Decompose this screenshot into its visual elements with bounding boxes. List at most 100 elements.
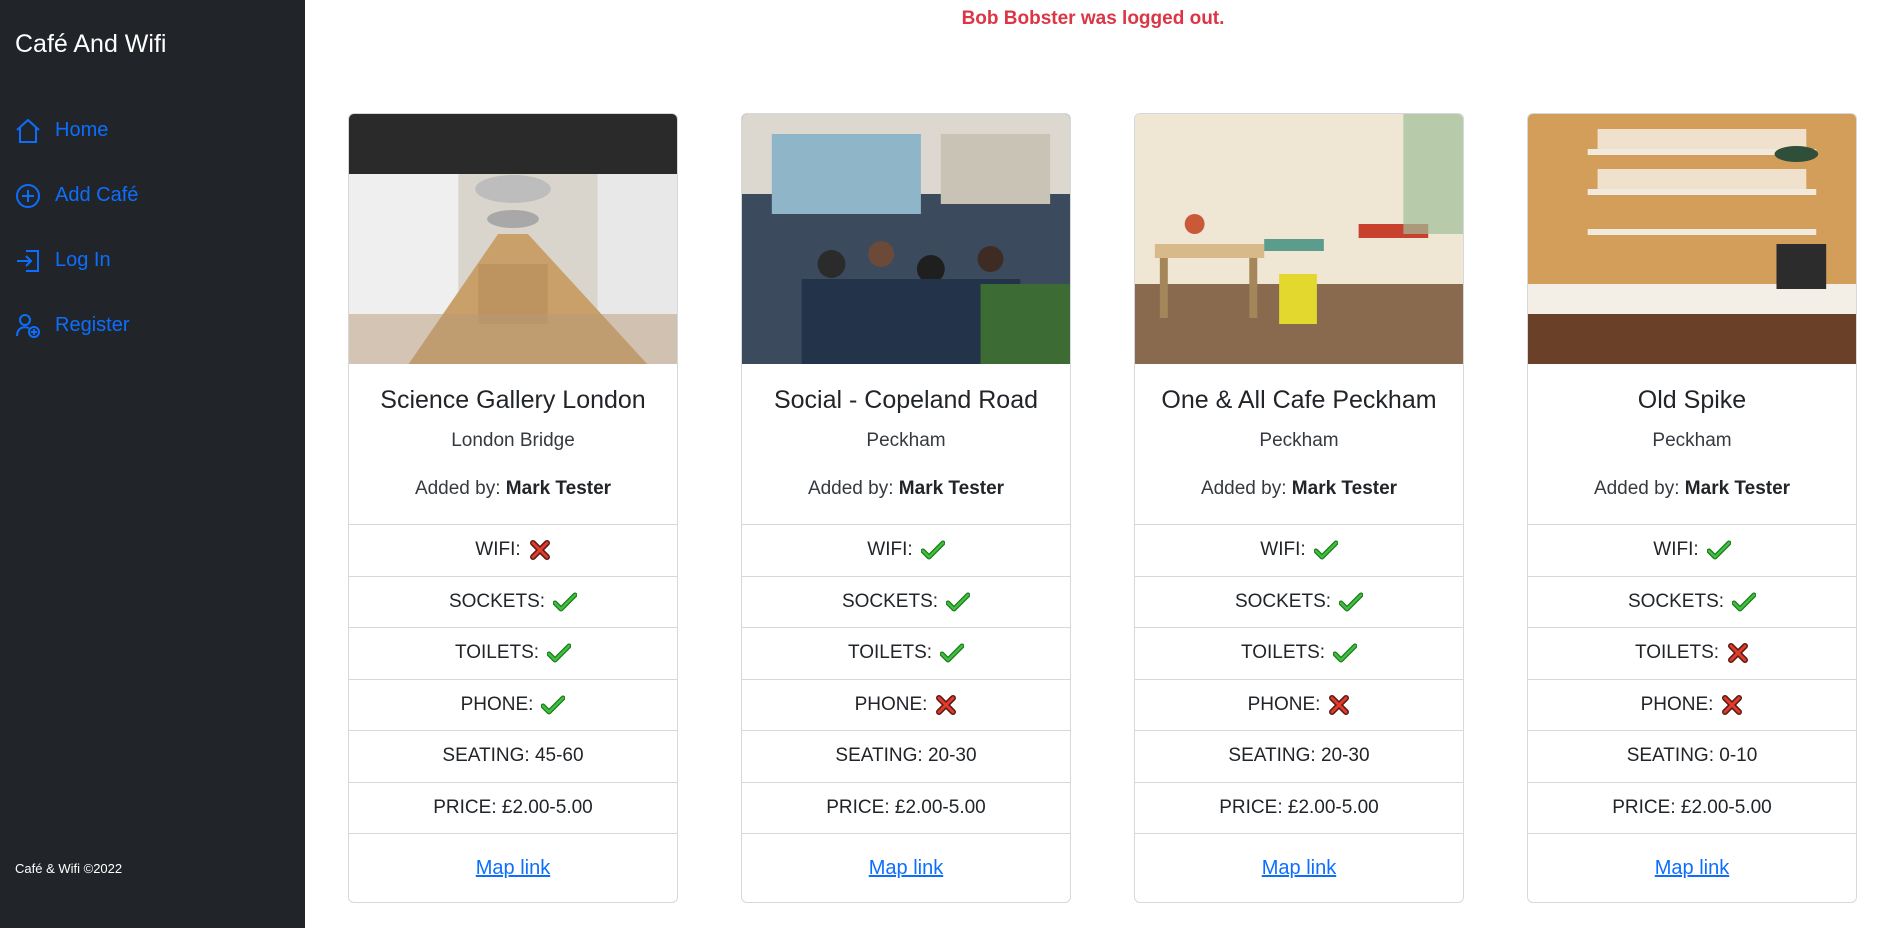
price-row: PRICE: £2.00-5.00 bbox=[742, 783, 1070, 834]
check-icon bbox=[946, 592, 971, 612]
amenity-phone-label: PHONE: bbox=[1640, 693, 1714, 715]
check-icon bbox=[547, 643, 572, 663]
cafe-card: One & All Cafe Peckham Peckham Added by:… bbox=[1134, 113, 1464, 903]
nav-register[interactable]: Register bbox=[14, 293, 138, 358]
check-icon bbox=[1333, 643, 1358, 663]
check-icon bbox=[1313, 540, 1338, 560]
check-icon bbox=[553, 592, 578, 612]
cafe-name: Old Spike bbox=[1637, 386, 1747, 414]
amenity-phone-label: PHONE: bbox=[1247, 693, 1321, 715]
amenity-list: WIFI: SOCKETS: TOILETS: PHONE: SEATING: 0-10… bbox=[1528, 524, 1856, 834]
sidebar: Café And Wifi Home Add Café Log In Regis… bbox=[0, 0, 305, 928]
cafe-card: Science Gallery London London Bridge Add… bbox=[348, 113, 678, 903]
amenity-toilets: TOILETS: bbox=[1135, 628, 1463, 680]
cafe-location: Peckham bbox=[1259, 430, 1339, 451]
sidebar-nav: Home Add Café Log In Register bbox=[14, 98, 138, 358]
amenity-phone: PHONE: bbox=[1135, 680, 1463, 731]
check-icon bbox=[1339, 592, 1364, 612]
amenity-list: WIFI: SOCKETS: TOILETS: PHONE: SEATING: 20-3… bbox=[1135, 524, 1463, 834]
map-link[interactable]: Map link bbox=[1135, 857, 1463, 880]
amenity-sockets-label: SOCKETS: bbox=[448, 590, 546, 612]
cafe-name: Science Gallery London bbox=[380, 386, 646, 414]
cafe-location: London Bridge bbox=[451, 430, 575, 451]
nav-add-cafe[interactable]: Add Café bbox=[14, 163, 138, 228]
cross-icon bbox=[1727, 642, 1749, 664]
amenity-wifi: WIFI: bbox=[1528, 525, 1856, 577]
check-icon bbox=[1706, 540, 1731, 560]
added-by-prefix: Added by: bbox=[1200, 478, 1287, 499]
nav-add-cafe-label: Add Café bbox=[55, 184, 139, 206]
nav-home[interactable]: Home bbox=[14, 98, 138, 163]
amenity-sockets: SOCKETS: bbox=[349, 577, 677, 628]
added-by-prefix: Added by: bbox=[807, 478, 894, 499]
check-icon bbox=[920, 540, 945, 560]
amenity-phone: PHONE: bbox=[742, 680, 1070, 731]
cross-icon bbox=[935, 694, 957, 716]
cross-icon bbox=[1328, 694, 1350, 716]
nav-register-label: Register bbox=[55, 314, 130, 336]
added-by-user: Mark Tester bbox=[1291, 478, 1398, 499]
map-link[interactable]: Map link bbox=[1528, 857, 1856, 880]
amenity-wifi: WIFI: bbox=[1135, 525, 1463, 577]
check-icon bbox=[1732, 592, 1757, 612]
cafe-photo bbox=[349, 114, 677, 364]
amenity-wifi-label: WIFI: bbox=[1260, 539, 1306, 561]
map-link[interactable]: Map link bbox=[349, 857, 677, 880]
cross-icon bbox=[529, 539, 551, 561]
cafe-card: Old Spike Peckham Added by: Mark Tester … bbox=[1527, 113, 1857, 903]
amenity-toilets-label: TOILETS: bbox=[1634, 642, 1720, 664]
amenity-toilets: TOILETS: bbox=[1528, 628, 1856, 680]
main-content: Bob Bobster was logged out. Science Gall… bbox=[305, 0, 1881, 928]
nav-log-in[interactable]: Log In bbox=[14, 228, 138, 293]
added-by-prefix: Added by: bbox=[414, 478, 501, 499]
cafe-name: Social - Copeland Road bbox=[773, 386, 1039, 414]
amenity-sockets-label: SOCKETS: bbox=[841, 590, 939, 612]
seating-row: SEATING: 45-60 bbox=[349, 731, 677, 783]
amenity-phone-label: PHONE: bbox=[854, 693, 928, 715]
flash-message: Bob Bobster was logged out. bbox=[961, 8, 1225, 29]
nav-home-label: Home bbox=[55, 119, 109, 141]
seating-row: SEATING: 20-30 bbox=[1135, 731, 1463, 783]
cafe-added-by: Added by: Mark Tester bbox=[1528, 478, 1856, 500]
cross-icon bbox=[1721, 694, 1743, 716]
check-icon bbox=[541, 695, 566, 715]
plus-circle-icon bbox=[14, 181, 42, 211]
amenity-wifi-label: WIFI: bbox=[1653, 539, 1699, 561]
amenity-sockets: SOCKETS: bbox=[742, 577, 1070, 628]
added-by-user: Mark Tester bbox=[898, 478, 1005, 499]
person-add-icon bbox=[14, 311, 42, 341]
cafe-photo bbox=[1528, 114, 1856, 364]
cafe-card: Social - Copeland Road Peckham Added by:… bbox=[741, 113, 1071, 903]
amenity-toilets: TOILETS: bbox=[349, 628, 677, 680]
map-link[interactable]: Map link bbox=[742, 857, 1070, 880]
cafe-added-by: Added by: Mark Tester bbox=[1135, 478, 1463, 500]
footer-copyright: Café & Wifi ©2022 bbox=[15, 861, 123, 876]
cafe-name: One & All Cafe Peckham bbox=[1161, 386, 1437, 414]
price-row: PRICE: £2.00-5.00 bbox=[1528, 783, 1856, 834]
added-by-user: Mark Tester bbox=[505, 478, 612, 499]
amenity-wifi-label: WIFI: bbox=[867, 539, 913, 561]
amenity-sockets-label: SOCKETS: bbox=[1627, 590, 1725, 612]
amenity-toilets-label: TOILETS: bbox=[1240, 642, 1326, 664]
cafe-location: Peckham bbox=[866, 430, 946, 451]
cafe-photo bbox=[1135, 114, 1463, 364]
amenity-toilets-label: TOILETS: bbox=[454, 642, 540, 664]
added-by-user: Mark Tester bbox=[1684, 478, 1791, 499]
check-icon bbox=[940, 643, 965, 663]
amenity-phone: PHONE: bbox=[349, 680, 677, 731]
amenity-sockets: SOCKETS: bbox=[1135, 577, 1463, 628]
seating-row: SEATING: 20-30 bbox=[742, 731, 1070, 783]
cafe-added-by: Added by: Mark Tester bbox=[349, 478, 677, 500]
amenity-wifi: WIFI: bbox=[742, 525, 1070, 577]
amenity-phone-label: PHONE: bbox=[460, 693, 534, 715]
nav-log-in-label: Log In bbox=[55, 249, 111, 271]
price-row: PRICE: £2.00-5.00 bbox=[349, 783, 677, 834]
amenity-wifi-label: WIFI: bbox=[475, 539, 521, 561]
added-by-prefix: Added by: bbox=[1593, 478, 1680, 499]
cafe-photo bbox=[742, 114, 1070, 364]
price-row: PRICE: £2.00-5.00 bbox=[1135, 783, 1463, 834]
login-icon bbox=[14, 246, 42, 276]
cafe-added-by: Added by: Mark Tester bbox=[742, 478, 1070, 500]
amenity-list: WIFI: SOCKETS: TOILETS: PHONE: SEATING: 20-3… bbox=[742, 524, 1070, 834]
amenity-toilets: TOILETS: bbox=[742, 628, 1070, 680]
